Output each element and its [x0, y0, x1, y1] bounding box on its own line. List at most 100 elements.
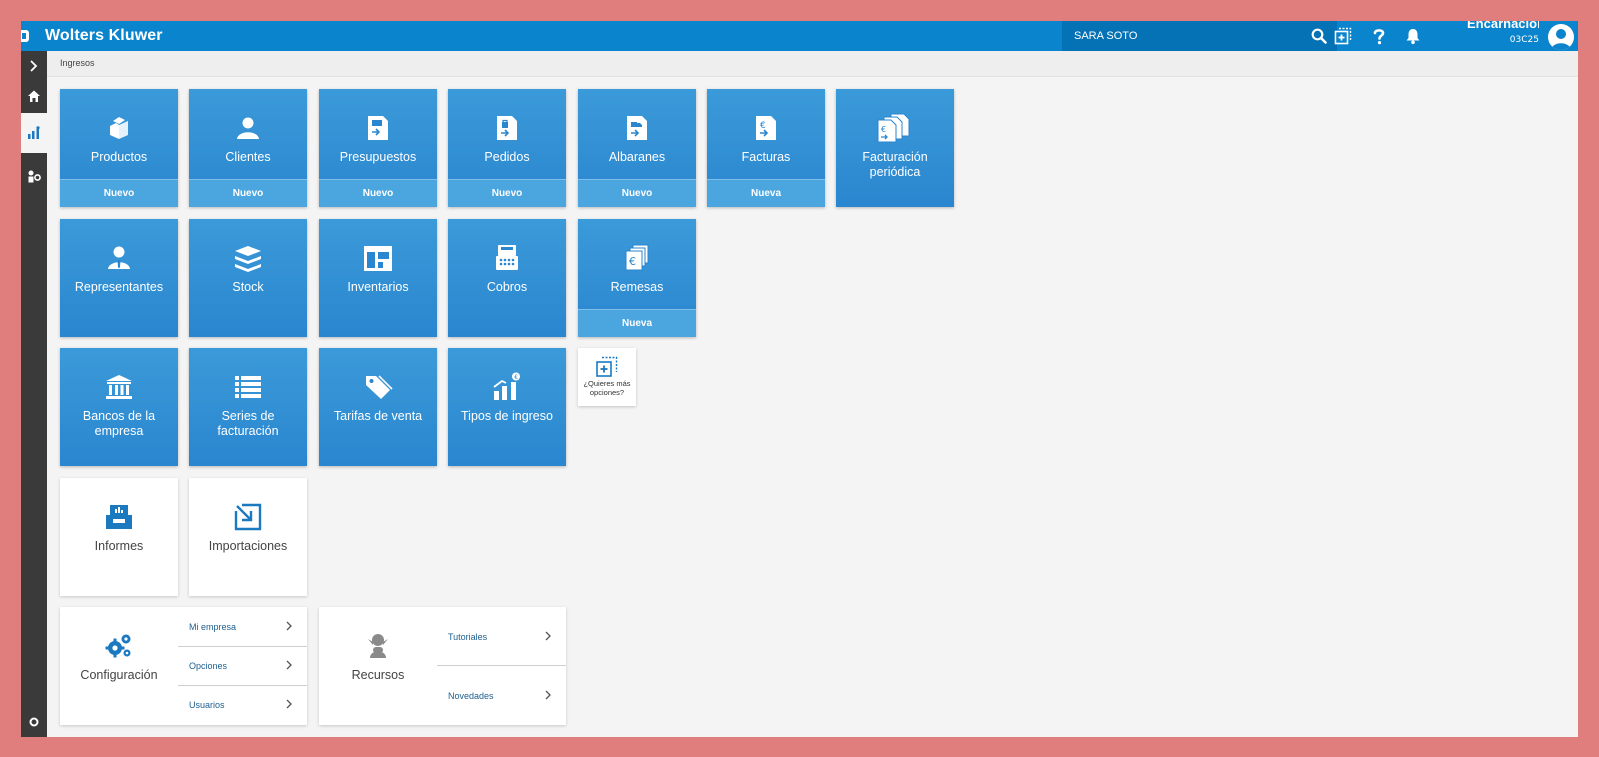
new-cliente-button[interactable]: Nuevo — [189, 179, 307, 207]
left-rail — [21, 51, 47, 737]
chevron-right-icon — [286, 621, 292, 631]
new-factura-button[interactable]: Nueva — [707, 179, 825, 207]
link-mi-empresa[interactable]: Mi empresa — [189, 621, 307, 632]
tile-label: Series de facturación — [217, 409, 279, 438]
tile-presupuestos[interactable]: Presupuestos Nuevo — [319, 89, 437, 207]
config-main[interactable]: Configuración — [60, 607, 178, 725]
brand[interactable]: Wolters Kluwer — [21, 21, 163, 51]
svg-text:€: € — [760, 121, 766, 131]
user-code: 03C25 — [1509, 35, 1539, 45]
link-label: Opciones — [189, 661, 228, 671]
config-label: Configuración — [80, 668, 158, 682]
tile-tarifas-venta[interactable]: Tarifas de venta — [319, 348, 437, 466]
tile-informes[interactable]: Informes — [60, 478, 178, 596]
invoice-document-icon: € — [756, 116, 776, 140]
app-window: Wolters Kluwer Encarnación 03C25 — [21, 21, 1578, 737]
top-bar: Wolters Kluwer Encarnación 03C25 — [21, 21, 1578, 51]
svg-text:€: € — [881, 125, 886, 134]
breadcrumb-item-ingresos[interactable]: Ingresos — [60, 58, 95, 68]
add-app-icon — [596, 356, 618, 377]
cash-register-icon — [496, 245, 518, 270]
tile-albaranes[interactable]: Albaranes Nuevo — [578, 89, 696, 207]
remittance-icon: € — [625, 244, 649, 271]
tile-inventarios[interactable]: Inventarios — [319, 219, 437, 337]
breadcrumb: Ingresos — [47, 51, 1578, 77]
tile-label: Informes — [94, 539, 144, 553]
search-icon[interactable] — [1311, 28, 1327, 44]
more-options-tile[interactable]: ¿Quieres más opciones? — [578, 348, 636, 406]
tile-label: Tarifas de venta — [333, 409, 423, 423]
tile-tipos-ingreso[interactable]: € Tipos de ingreso — [448, 348, 566, 466]
rail-settings[interactable] — [21, 707, 47, 737]
add-app-icon[interactable] — [1334, 27, 1352, 45]
link-novedades[interactable]: Novedades — [448, 690, 566, 701]
chevron-right-icon — [286, 699, 292, 709]
user-icon — [237, 117, 259, 139]
link-label: Mi empresa — [189, 622, 237, 632]
search-input[interactable] — [1062, 21, 1302, 51]
rail-expand[interactable] — [21, 51, 47, 81]
new-presupuesto-button[interactable]: Nuevo — [319, 179, 437, 207]
resources-main[interactable]: Recursos — [319, 607, 437, 725]
svg-text:€: € — [514, 374, 518, 381]
tile-cobros[interactable]: Cobros — [448, 219, 566, 337]
link-label: Tutoriales — [448, 632, 488, 642]
resources-character-icon — [368, 634, 388, 658]
price-tag-icon — [366, 375, 393, 399]
new-producto-button[interactable]: Nuevo — [60, 179, 178, 207]
tile-label: Bancos de la empresa — [82, 409, 156, 438]
config-links: Mi empresa Opciones Usuarios — [178, 607, 307, 725]
resources-panel: Recursos Tutoriales Novedades — [319, 607, 566, 725]
wolters-kluwer-logo-icon — [21, 30, 29, 42]
tile-remesas[interactable]: € Remesas Nueva — [578, 219, 696, 337]
help-icon[interactable] — [1370, 27, 1388, 45]
tile-label: Facturas — [741, 150, 791, 164]
link-tutoriales[interactable]: Tutoriales — [448, 631, 566, 642]
tile-representantes[interactable]: Representantes — [60, 219, 178, 337]
chevron-right-icon — [30, 60, 38, 72]
report-tray-icon — [106, 505, 132, 529]
brand-name: Wolters Kluwer — [45, 27, 163, 44]
tile-label: Presupuestos — [339, 150, 417, 164]
tile-bancos[interactable]: Bancos de la empresa — [60, 348, 178, 466]
representative-icon — [108, 246, 130, 269]
tile-label: Stock — [232, 280, 264, 294]
chevron-right-icon — [286, 660, 292, 670]
new-pedido-button[interactable]: Nuevo — [448, 179, 566, 207]
divider — [178, 646, 307, 647]
divider — [437, 665, 566, 666]
tile-clientes[interactable]: Clientes Nuevo — [189, 89, 307, 207]
rail-income[interactable] — [21, 113, 47, 153]
resources-links: Tutoriales Novedades — [437, 607, 566, 725]
resources-label: Recursos — [351, 668, 405, 682]
link-usuarios[interactable]: Usuarios — [189, 699, 307, 710]
user-name: Encarnación — [1467, 21, 1539, 29]
tile-pedidos[interactable]: Pedidos Nuevo — [448, 89, 566, 207]
income-chart-icon: € — [493, 372, 520, 400]
tile-facturacion-periodica[interactable]: € Facturación periódica — [836, 89, 954, 207]
link-opciones[interactable]: Opciones — [189, 660, 307, 671]
user-avatar-icon — [1551, 29, 1571, 50]
avatar[interactable] — [1548, 24, 1574, 50]
tile-label: Facturación periódica — [862, 150, 928, 179]
chevron-right-icon — [545, 690, 551, 700]
user-info[interactable]: Encarnación 03C25 — [1467, 21, 1539, 45]
tile-label: Pedidos — [484, 150, 530, 164]
tile-importaciones[interactable]: Importaciones — [189, 478, 307, 596]
bank-icon — [106, 375, 132, 399]
new-remesa-button[interactable]: Nueva — [578, 309, 696, 337]
stack-icon — [235, 246, 261, 272]
notifications-bell-icon[interactable] — [1404, 27, 1422, 45]
tile-stock[interactable]: Stock — [189, 219, 307, 337]
tile-series-facturacion[interactable]: Series de facturación — [189, 348, 307, 466]
tile-facturas[interactable]: € Facturas Nueva — [707, 89, 825, 207]
import-icon — [234, 503, 262, 531]
new-albaran-button[interactable]: Nuevo — [578, 179, 696, 207]
rail-home[interactable] — [21, 81, 47, 111]
recurring-invoice-icon: € — [877, 113, 910, 143]
gears-icon — [105, 634, 131, 658]
tile-label: Albaranes — [608, 150, 666, 164]
tile-label: Clientes — [225, 150, 271, 164]
tile-productos[interactable]: Productos Nuevo — [60, 89, 178, 207]
rail-admin[interactable] — [21, 161, 47, 191]
